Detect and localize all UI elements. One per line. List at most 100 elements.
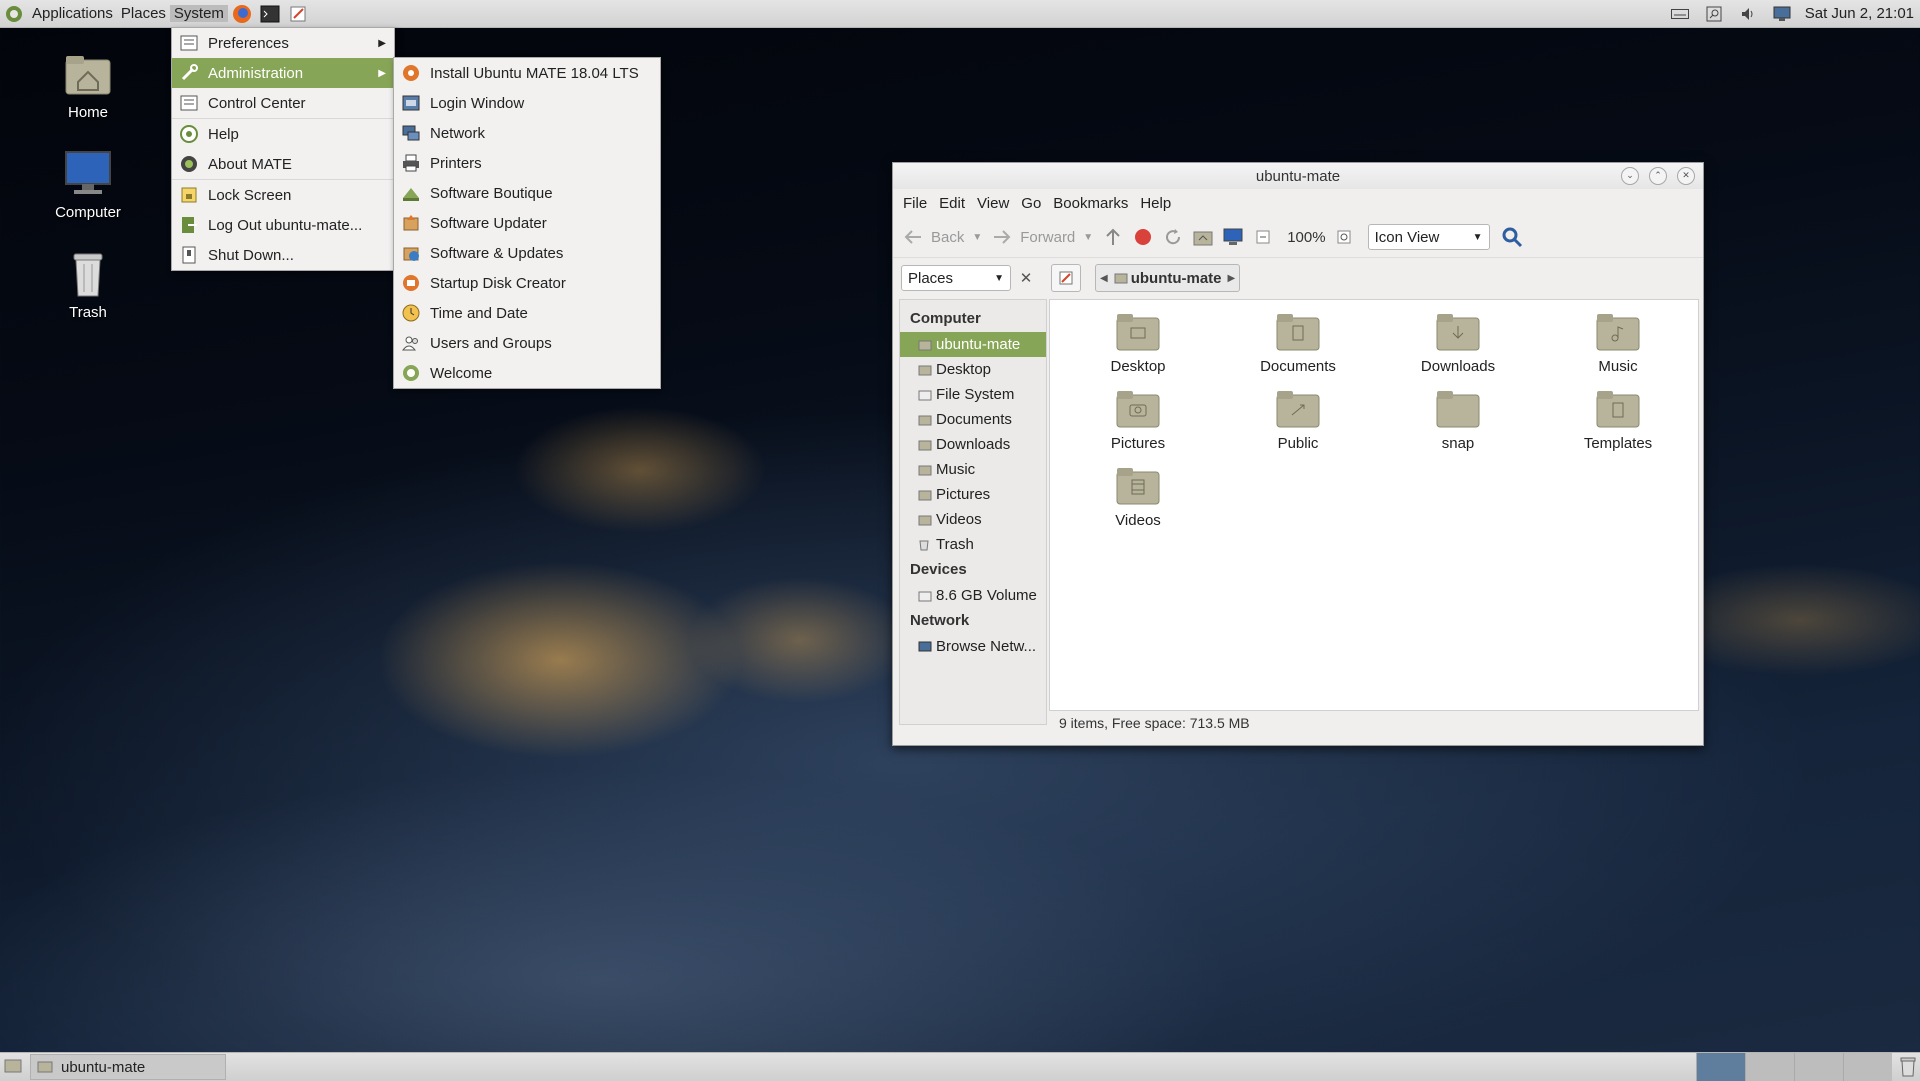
forward-history-dropdown[interactable]: ▼	[1083, 232, 1093, 243]
workspace-2[interactable]	[1745, 1053, 1794, 1081]
breadcrumb-item[interactable]: ubuntu-mate	[1108, 270, 1228, 287]
menu-item-login-window[interactable]: Login Window	[394, 88, 660, 118]
menu-help[interactable]: Help	[1134, 195, 1177, 212]
menu-item-about-mate[interactable]: About MATE	[172, 149, 394, 179]
sidebar-item-documents[interactable]: Documents	[900, 407, 1046, 432]
network-icon[interactable]	[1771, 3, 1793, 25]
menu-item-install-ubuntu-mate[interactable]: Install Ubuntu MATE 18.04 LTS	[394, 58, 660, 88]
computer-icon[interactable]	[1221, 225, 1245, 249]
terminal-icon[interactable]	[259, 3, 281, 25]
search-icon[interactable]	[1500, 225, 1524, 249]
menu-bookmarks[interactable]: Bookmarks	[1047, 195, 1134, 212]
trash-applet-icon[interactable]	[1900, 1057, 1916, 1081]
users-icon	[400, 332, 422, 354]
menu-item-software-updater[interactable]: Software Updater	[394, 208, 660, 238]
edit-location-button[interactable]	[1051, 264, 1081, 292]
file-item[interactable]: Documents	[1218, 308, 1378, 385]
menu-item-lock-screen[interactable]: Lock Screen	[172, 180, 394, 210]
zoom-in-icon[interactable]	[1332, 225, 1356, 249]
sidebar-item-browse-network[interactable]: Browse Netw...	[900, 634, 1046, 659]
clock[interactable]: Sat Jun 2, 21:01	[1805, 5, 1914, 22]
file-item[interactable]: Videos	[1058, 462, 1218, 539]
applications-menu[interactable]: Applications	[28, 5, 117, 22]
desktop-folder-icon	[1114, 308, 1162, 356]
workspace-3[interactable]	[1794, 1053, 1843, 1081]
workspace-4[interactable]	[1843, 1053, 1892, 1081]
back-arrow-icon	[901, 225, 925, 249]
sidebar-item-desktop[interactable]: Desktop	[900, 357, 1046, 382]
text-editor-icon[interactable]	[287, 3, 309, 25]
location-bar: Places ▼ ✕ ◀ ubuntu-mate ▶	[893, 258, 1703, 298]
file-item[interactable]: Downloads	[1378, 308, 1538, 385]
status-bar: 9 items, Free space: 713.5 MB	[1059, 715, 1250, 731]
menu-item-help[interactable]: Help	[172, 119, 394, 149]
menu-item-network[interactable]: Network	[394, 118, 660, 148]
menu-item-startup-disk-creator[interactable]: Startup Disk Creator	[394, 268, 660, 298]
menu-item-administration[interactable]: Administration ▶	[172, 58, 394, 88]
search-icon[interactable]	[1703, 3, 1725, 25]
desktop-icon-label: Computer	[55, 204, 121, 221]
volume-icon[interactable]	[1737, 3, 1759, 25]
menu-item-welcome[interactable]: Welcome	[394, 358, 660, 388]
sidebar-item-ubuntu-mate[interactable]: ubuntu-mate	[900, 332, 1046, 357]
sidebar-item-pictures[interactable]: Pictures	[900, 482, 1046, 507]
file-item[interactable]: Public	[1218, 385, 1378, 462]
menu-go[interactable]: Go	[1015, 195, 1047, 212]
desktop-icon-home[interactable]: Home	[38, 48, 138, 121]
up-arrow-icon[interactable]	[1101, 225, 1125, 249]
sidebar-item-music[interactable]: Music	[900, 457, 1046, 482]
taskbar-item-file-manager[interactable]: ubuntu-mate	[30, 1054, 226, 1080]
home-icon[interactable]	[1191, 225, 1215, 249]
show-desktop-icon[interactable]	[4, 1058, 22, 1078]
breadcrumb-right-arrow[interactable]: ▶	[1228, 273, 1236, 284]
file-item[interactable]: Music	[1538, 308, 1698, 385]
workspace-1[interactable]	[1696, 1053, 1745, 1081]
menu-file[interactable]: File	[897, 195, 933, 212]
menu-edit[interactable]: Edit	[933, 195, 971, 212]
window-title: ubuntu-mate	[1255, 167, 1341, 185]
window-titlebar[interactable]: ubuntu-mate ⌄ ⌃ ✕	[893, 163, 1703, 189]
forward-button[interactable]: Forward	[990, 225, 1075, 249]
desktop-icon-trash[interactable]: Trash	[38, 248, 138, 321]
folder-icon	[918, 363, 932, 377]
minimize-button[interactable]: ⌄	[1621, 167, 1639, 185]
window-toolbar: Back ▼ Forward ▼ 100% Icon View ▼	[893, 217, 1703, 258]
menu-item-printers[interactable]: Printers	[394, 148, 660, 178]
menu-item-log-out[interactable]: Log Out ubuntu-mate...	[172, 210, 394, 240]
menu-item-control-center[interactable]: Control Center	[172, 88, 394, 118]
file-item[interactable]: Pictures	[1058, 385, 1218, 462]
system-menu[interactable]: System	[169, 5, 228, 22]
view-mode-select[interactable]: Icon View ▼	[1367, 224, 1490, 250]
file-item[interactable]: Templates	[1538, 385, 1698, 462]
close-sidebar-icon[interactable]: ✕	[1015, 267, 1037, 289]
zoom-out-icon[interactable]	[1251, 225, 1275, 249]
menu-item-time-and-date[interactable]: Time and Date	[394, 298, 660, 328]
file-item[interactable]: snap	[1378, 385, 1538, 462]
sidebar-item-trash[interactable]: Trash	[900, 532, 1046, 557]
sidebar-item-videos[interactable]: Videos	[900, 507, 1046, 532]
back-history-dropdown[interactable]: ▼	[972, 232, 982, 243]
menu-item-software-and-updates[interactable]: Software & Updates	[394, 238, 660, 268]
menu-item-users-and-groups[interactable]: Users and Groups	[394, 328, 660, 358]
file-item[interactable]: Desktop	[1058, 308, 1218, 385]
reload-icon[interactable]	[1161, 225, 1185, 249]
menu-view[interactable]: View	[971, 195, 1015, 212]
firefox-icon[interactable]	[231, 3, 253, 25]
menu-item-shut-down[interactable]: Shut Down...	[172, 240, 394, 270]
menu-item-software-boutique[interactable]: Software Boutique	[394, 178, 660, 208]
breadcrumb-label: ubuntu-mate	[1130, 269, 1222, 287]
sidebar-item-volume[interactable]: 8.6 GB Volume	[900, 583, 1046, 608]
keyboard-icon[interactable]	[1669, 3, 1691, 25]
sidebar-item-downloads[interactable]: Downloads	[900, 432, 1046, 457]
close-button[interactable]: ✕	[1677, 167, 1695, 185]
breadcrumb-left-arrow[interactable]: ◀	[1100, 273, 1108, 284]
desktop-icon-computer[interactable]: Computer	[38, 148, 138, 221]
maximize-button[interactable]: ⌃	[1649, 167, 1667, 185]
sidebar-type-select[interactable]: Places ▼	[901, 265, 1011, 291]
back-button[interactable]: Back	[901, 225, 964, 249]
stop-icon[interactable]	[1131, 225, 1155, 249]
sidebar-item-file-system[interactable]: File System	[900, 382, 1046, 407]
mate-logo-icon[interactable]	[3, 3, 25, 25]
menu-item-preferences[interactable]: Preferences ▶	[172, 28, 394, 58]
places-menu[interactable]: Places	[117, 5, 170, 22]
